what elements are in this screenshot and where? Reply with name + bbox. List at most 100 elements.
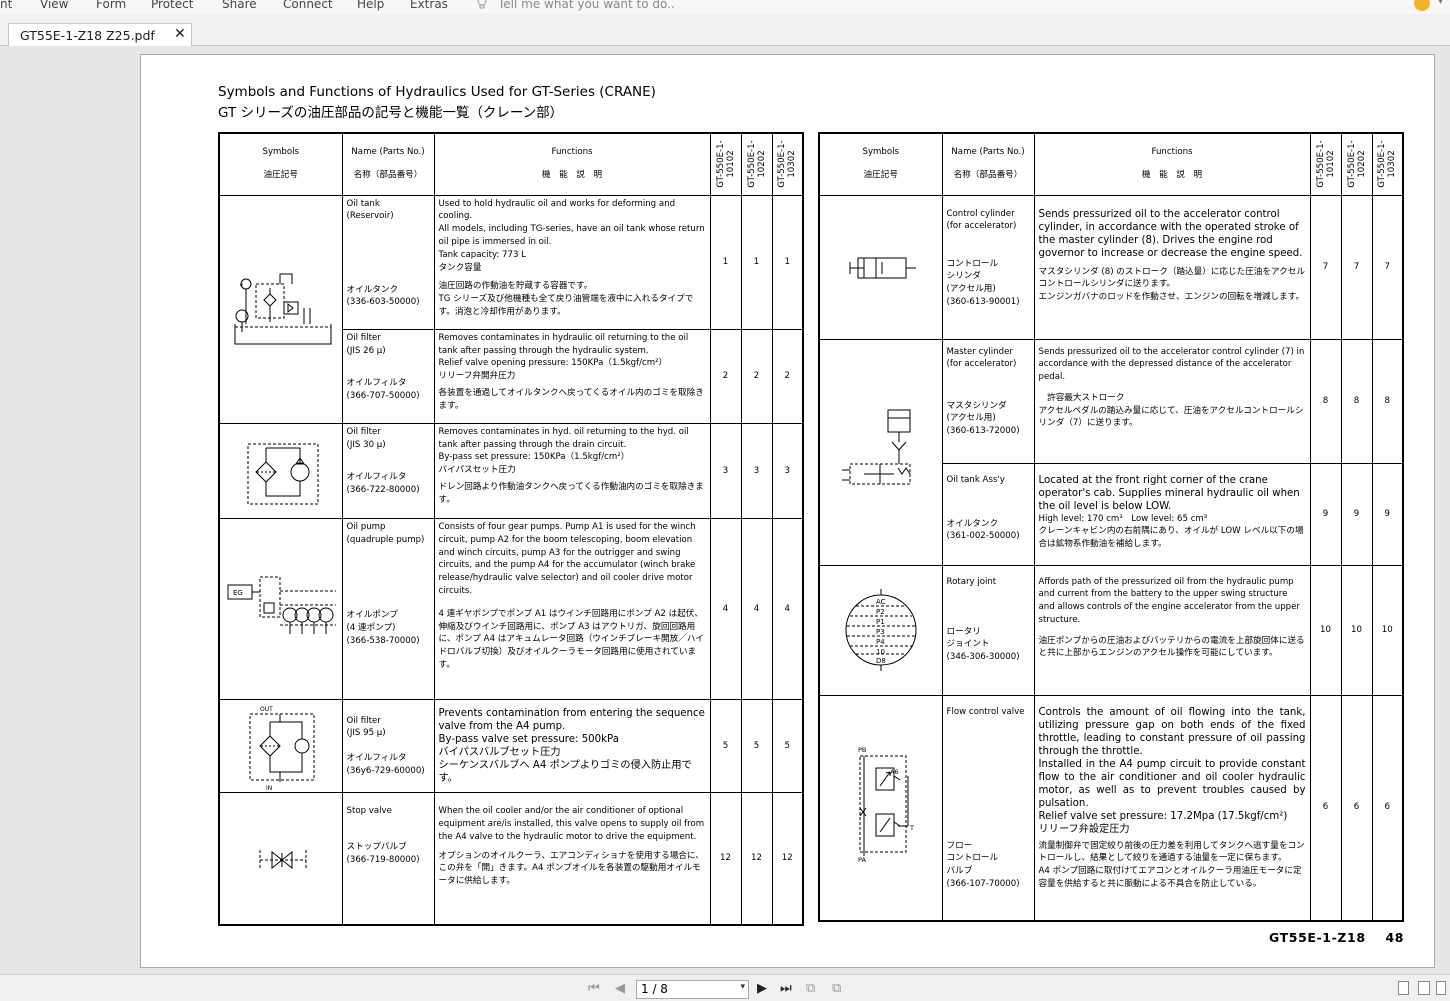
table-row: Oil filter (JIS 30 μ) オイルフィルタ (366-722-80… [218, 422, 804, 519]
function-cell: Prevents contamination from entering the… [433, 699, 711, 794]
function-cell: Removes contaminates in hyd. oil returni… [433, 422, 711, 519]
header-model-1: GT-550E-1- 10102 [709, 132, 742, 196]
qty-cell: 1 [771, 194, 804, 330]
document-tab[interactable]: GT55E-1-Z18 Z25.pdf ✕ [8, 23, 192, 47]
out-port-label: OUT [260, 706, 273, 713]
header-name: Name (Parts No.) 名称（部品番号） [341, 132, 435, 196]
menu-item-share[interactable]: Share [222, 0, 257, 11]
t-port-label: T [909, 824, 914, 832]
right-parts-table: Symbols 油圧記号 Name (Parts No.) 名称（部品番号） Fun… [818, 132, 1404, 922]
document-code: GT55E-1-Z18 [1269, 930, 1366, 945]
qty-cell: 2 [709, 328, 742, 424]
previous-view-icon[interactable]: ⧉ [806, 981, 815, 996]
table-header-row: Symbols 油圧記号 Name (Parts No.) 名称（部品番号） Fun… [818, 132, 1404, 196]
single-page-view-icon[interactable] [1398, 981, 1409, 995]
engine-label: EG [233, 589, 243, 597]
page-number: 48 [1385, 930, 1405, 945]
oil-filter-bypass-symbol-icon: OUT IN [218, 699, 343, 794]
continuous-view-icon[interactable] [1418, 981, 1430, 995]
name-cell: Master cylinder (for accelerator) マスタシリンダ… [941, 338, 1035, 464]
header-model-3: GT-550E-1- 10302 [771, 132, 804, 196]
menu-item-connect[interactable]: Connect [283, 0, 333, 11]
qty-cell: 5 [771, 699, 804, 794]
menu-item-extras[interactable]: Extras [410, 0, 448, 11]
tell-me-search[interactable]: Tell me what you want to do.. [498, 0, 675, 11]
menu-item-print[interactable]: nt [0, 0, 12, 11]
header-functions: Functions 機 能 説 明 [1033, 132, 1311, 196]
menu-item-form[interactable]: Form [96, 0, 126, 11]
qty-cell: 7 [1309, 194, 1342, 340]
header-name: Name (Parts No.) 名称（部品番号） [941, 132, 1035, 196]
stop-valve-symbol-icon [218, 792, 343, 926]
name-cell: Oil tank Ass'y オイルタンク (361-002-50000) [941, 462, 1035, 566]
first-page-icon[interactable]: ⏮ [588, 981, 600, 996]
header-functions: Functions 機 能 説 明 [433, 132, 711, 196]
control-cylinder-symbol-icon [818, 194, 943, 340]
menu-item-protect[interactable]: Protect [151, 0, 193, 11]
function-cell: Located at the front right corner of the… [1033, 462, 1311, 566]
menu-item-view[interactable]: View [40, 0, 68, 11]
name-cell: Oil filter (JIS 95 μ) オイルフィルタ (36y6-729-6… [341, 699, 435, 794]
qty-cell: 4 [740, 517, 773, 701]
navigation-bar: ⏮ ◀ 1 / 8 ▾ ▶ ⏭ ⧉ ⧉ [0, 974, 1450, 1001]
menu-item-help[interactable]: Help [357, 0, 384, 11]
qty-cell: 8 [1371, 338, 1404, 464]
name-cell: Oil filter (JIS 30 μ) オイルフィルタ (366-722-80… [341, 422, 435, 519]
page-title-en: Symbols and Functions of Hydraulics Used… [218, 84, 656, 100]
qty-cell: 6 [1340, 694, 1373, 922]
function-cell: Affords path of the pressurized oil from… [1033, 564, 1311, 696]
header-model-1: GT-550E-1- 10102 [1309, 132, 1342, 196]
qty-cell: 10 [1340, 564, 1373, 696]
qty-cell: 10 [1371, 564, 1404, 696]
qty-cell: 12 [740, 792, 773, 926]
chevron-down-icon[interactable]: ▾ [740, 982, 745, 992]
update-icon[interactable] [1414, 0, 1430, 11]
next-view-icon[interactable]: ⧉ [832, 981, 841, 996]
document-viewer[interactable]: Symbols and Functions of Hydraulics Used… [0, 46, 1450, 974]
menu-bar: nt View Form Protect Share Connect Help … [0, 0, 1450, 14]
oil-tank-symbol-icon: ⌀ [218, 194, 343, 424]
name-cell: Control cylinder (for accelerator) コントロール… [941, 194, 1035, 340]
qty-cell: 10 [1309, 564, 1342, 696]
previous-page-icon[interactable]: ◀ [615, 981, 625, 996]
pa-port-label: PA [858, 856, 867, 864]
function-cell: Removes contaminates in hydraulic oil re… [433, 328, 711, 424]
qty-cell: 9 [1309, 462, 1342, 566]
table-row: Control cylinder (for accelerator) コントロール… [818, 194, 1404, 340]
pdf-page: Symbols and Functions of Hydraulics Used… [140, 54, 1435, 968]
port-label: D8 [876, 657, 886, 665]
qty-cell: 12 [771, 792, 804, 926]
table-row: PB PA T A6 Flow control valve フロー コントロール … [818, 694, 1404, 922]
next-page-icon[interactable]: ▶ [757, 981, 767, 996]
port-label: P3 [876, 628, 885, 636]
left-parts-table: Symbols 油圧記号 Name (Parts No.) 名称（部品番号） Fun… [218, 132, 804, 926]
qty-cell: 5 [709, 699, 742, 794]
qty-cell: 9 [1340, 462, 1373, 566]
function-cell: Used to hold hydraulic oil and works for… [433, 194, 711, 330]
name-cell: Oil filter (JIS 26 μ) オイルフィルタ (366-707-50… [341, 328, 435, 424]
rotary-joint-symbol-icon: AC P2 P1 P3 P4 10 D8 [818, 564, 943, 696]
header-symbols: Symbols 油圧記号 [218, 132, 343, 196]
in-port-label: IN [266, 785, 272, 792]
pb-port-label: PB [858, 746, 866, 754]
name-cell: Oil tank (Reservoir) オイルタンク (336-603-5000… [341, 194, 435, 330]
function-cell: Sends pressurized oil to the accelerator… [1033, 194, 1311, 340]
page-number-input[interactable]: 1 / 8 ▾ [636, 980, 749, 999]
qty-cell: 6 [1309, 694, 1342, 922]
close-icon[interactable]: ✕ [174, 26, 186, 42]
table-row: EG Oil pump (quadruple pump) オイルポンプ (4 連ポ… [218, 517, 804, 701]
table-row: AC P2 P1 P3 P4 10 D8 Rotary joint ロータリ ジョ… [818, 564, 1404, 696]
function-cell: When the oil cooler and/or the air condi… [433, 792, 711, 926]
name-cell: Rotary joint ロータリ ジョイント (346-306-30000) [941, 564, 1035, 696]
facing-view-icon[interactable] [1436, 981, 1446, 995]
chevron-down-icon[interactable]: ▾ [1438, 0, 1443, 7]
relief-label: A6 [890, 768, 899, 776]
qty-cell: 3 [740, 422, 773, 519]
header-model-2: GT-550E-1- 10202 [740, 132, 773, 196]
qty-cell: 4 [709, 517, 742, 701]
svg-text:⌀: ⌀ [240, 282, 243, 288]
qty-cell: 2 [771, 328, 804, 424]
last-page-icon[interactable]: ⏭ [780, 981, 792, 996]
function-cell: Consists of four gear pumps. Pump A1 is … [433, 517, 711, 701]
flow-control-valve-symbol-icon: PB PA T A6 [818, 694, 943, 922]
